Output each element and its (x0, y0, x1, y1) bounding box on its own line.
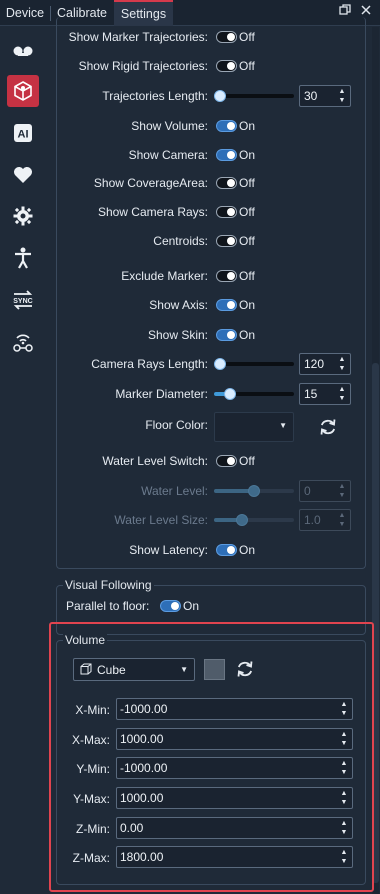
sidebar: AI SYNC (0, 27, 46, 894)
show-camera-rays-toggle[interactable] (216, 206, 237, 218)
show-marker-trajectories-label: Show Marker Trajectories: (68, 30, 208, 44)
y-min-label: Y-Min: (76, 762, 110, 776)
model-icon[interactable] (7, 75, 39, 107)
show-axis-state: On (239, 298, 256, 312)
show-skin-state: On (239, 328, 256, 342)
floor-color-label: Floor Color: (145, 418, 208, 432)
show-volume-state: On (239, 119, 256, 133)
exclude-marker-state: Off (239, 269, 255, 283)
z-min-input[interactable]: 0.00 ▲ ▼ (116, 817, 353, 839)
person-icon[interactable] (7, 242, 39, 274)
exclude-marker-label: Exclude Marker: (121, 269, 208, 283)
camera-rays-length-label: Camera Rays Length: (91, 357, 208, 371)
show-axis-toggle[interactable] (216, 299, 237, 311)
show-camera-rays-state: Off (239, 205, 255, 219)
trajectories-length-label: Trajectories Length: (102, 89, 208, 103)
camera-rays-length-spinbox[interactable]: 120 ▲ ▼ (299, 353, 351, 375)
parallel-to-floor-state: On (183, 599, 200, 613)
show-marker-trajectories-toggle[interactable] (216, 31, 237, 43)
show-camera-state: On (239, 148, 256, 162)
volume-reset-icon[interactable] (235, 659, 255, 679)
show-coverage-area-state: Off (239, 176, 255, 190)
exclude-marker-toggle[interactable] (216, 270, 237, 282)
z-max-label: Z-Max: (72, 851, 110, 865)
sync-icon[interactable]: SYNC (7, 284, 39, 316)
show-rigid-trajectories-label: Show Rigid Trajectories: (78, 59, 208, 73)
svg-text:SYNC: SYNC (13, 298, 32, 305)
show-volume-toggle[interactable] (216, 120, 237, 132)
show-latency-state: On (239, 543, 256, 557)
water-level-switch-label: Water Level Switch: (102, 454, 208, 468)
tape-icon[interactable] (7, 35, 39, 67)
heart-icon[interactable] (7, 159, 39, 191)
trajectories-length-slider[interactable] (214, 86, 294, 106)
water-level-slider[interactable] (214, 481, 294, 501)
water-level-spinbox[interactable]: 0 ▲ ▼ (299, 480, 351, 502)
x-min-label: X-Min: (75, 703, 110, 717)
x-max-input[interactable]: 1000.00 ▲ ▼ (116, 728, 353, 750)
show-volume-label: Show Volume: (131, 119, 208, 133)
water-level-size-label: Water Level Size: (114, 513, 208, 527)
centroids-toggle[interactable] (216, 235, 237, 247)
y-max-input[interactable]: 1000.00 ▲ ▼ (116, 787, 353, 809)
tab-device[interactable]: Device (0, 0, 50, 26)
show-camera-toggle[interactable] (216, 149, 237, 161)
volume-shape-dropdown[interactable]: Cube ▼ (73, 658, 195, 681)
centroids-label: Centroids: (153, 234, 208, 248)
camera-rays-length-slider[interactable] (214, 354, 294, 374)
z-min-label: Z-Min: (76, 822, 110, 836)
y-max-label: Y-Max: (73, 792, 110, 806)
x-max-label: X-Max: (71, 733, 110, 747)
show-marker-trajectories-state: Off (239, 30, 255, 44)
cube-icon (80, 663, 92, 678)
z-max-input[interactable]: 1800.00 ▲ ▼ (116, 846, 353, 868)
volume-title: Volume (63, 633, 108, 647)
floor-color-picker[interactable]: ▼ (214, 412, 294, 442)
settings-content: Show Marker Trajectories: Off Show Rigid… (46, 17, 380, 894)
water-level-switch-toggle[interactable] (216, 455, 237, 467)
ai-icon[interactable]: AI (7, 117, 39, 149)
trajectories-length-spinbox[interactable]: 30 ▲ ▼ (299, 85, 351, 107)
water-level-size-slider[interactable] (214, 510, 294, 530)
floor-color-reset-icon[interactable] (318, 417, 338, 437)
show-camera-rays-label: Show Camera Rays: (97, 205, 208, 219)
chevron-down-icon: ▼ (180, 665, 188, 674)
show-skin-label: Show Skin: (147, 328, 208, 342)
volume-shape-value: Cube (97, 663, 126, 677)
show-axis-label: Show Axis: (149, 298, 208, 312)
y-min-input[interactable]: -1000.00 ▲ ▼ (116, 757, 353, 779)
show-skin-toggle[interactable] (216, 329, 237, 341)
show-latency-toggle[interactable] (216, 544, 237, 556)
show-latency-label: Show Latency: (129, 543, 208, 557)
show-camera-label: Show Camera: (128, 148, 208, 162)
water-level-switch-state: Off (239, 454, 255, 468)
show-coverage-area-toggle[interactable] (216, 177, 237, 189)
chevron-down-icon: ▼ (279, 421, 287, 430)
marker-diameter-spinbox[interactable]: 15 ▲ ▼ (299, 383, 351, 405)
svg-text:AI: AI (18, 129, 29, 141)
water-level-label: Water Level: (141, 484, 208, 498)
visual-following-title: Visual Following (63, 578, 154, 592)
parallel-to-floor-label: Parallel to floor: (66, 599, 150, 613)
show-rigid-trajectories-toggle[interactable] (216, 60, 237, 72)
marker-diameter-slider[interactable] (214, 384, 294, 404)
parallel-to-floor-toggle[interactable] (160, 600, 181, 612)
gear-icon[interactable] (7, 200, 39, 232)
x-min-input[interactable]: -1000.00 ▲ ▼ (116, 698, 353, 720)
show-rigid-trajectories-state: Off (239, 59, 255, 73)
water-level-size-spinbox[interactable]: 1.0 ▲ ▼ (299, 509, 351, 531)
marker-diameter-label: Marker Diameter: (115, 387, 208, 401)
centroids-state: Off (239, 234, 255, 248)
show-coverage-area-label: Show CoverageArea: (93, 176, 208, 190)
volume-color-swatch[interactable] (204, 659, 225, 680)
wireless-icon[interactable] (7, 326, 39, 358)
